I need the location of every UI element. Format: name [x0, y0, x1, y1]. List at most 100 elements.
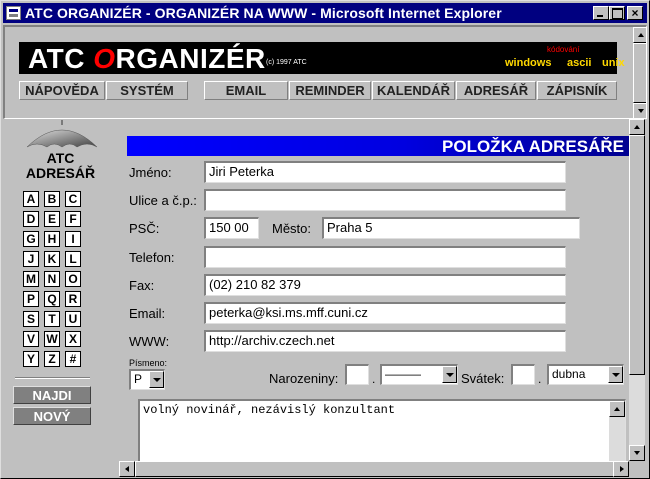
encoding-unix-link[interactable]: unix [602, 57, 625, 69]
letter-v-link[interactable]: V [23, 331, 39, 347]
name-label: Jméno: [129, 165, 172, 180]
main-scroll-thumb[interactable] [629, 135, 645, 375]
birthday-day-field[interactable] [345, 364, 369, 385]
www-label: WWW: [129, 334, 170, 349]
letter-g-link[interactable]: G [23, 231, 39, 247]
close-button[interactable]: × [627, 6, 643, 20]
city-field[interactable]: Praha 5 [322, 217, 580, 239]
fax-field[interactable]: (02) 210 82 379 [204, 274, 566, 296]
main-scroll-down-button[interactable] [629, 445, 645, 461]
scroll-up-button[interactable] [633, 27, 646, 43]
chevron-down-icon[interactable] [442, 366, 457, 383]
app-logo-title: ATC ORGANIZÉR [28, 43, 266, 74]
left-frame: ATC ADRESÁŘ A B C D E F G H I J K L M N … [3, 119, 118, 477]
letter-c-link[interactable]: C [65, 191, 81, 207]
main-scroll-left-button[interactable] [119, 461, 135, 477]
letter-i-link[interactable]: I [65, 231, 81, 247]
scroll-down-button[interactable] [633, 103, 646, 118]
nav-reminder[interactable]: REMINDER [289, 81, 371, 100]
scroll-thumb[interactable] [633, 43, 646, 103]
letter-x-link[interactable]: X [65, 331, 81, 347]
letter-select[interactable]: P [129, 369, 165, 390]
zip-field[interactable]: 150 00 [204, 217, 259, 239]
nav-napoveda[interactable]: NÁPOVĚDA [19, 81, 105, 100]
letter-h-link[interactable]: H [44, 231, 60, 247]
arrow-up-icon [638, 33, 644, 37]
letter-q-link[interactable]: Q [44, 291, 60, 307]
browser-window: ATC ORGANIZÉR - ORGANIZÉR NA WWW - Micro… [0, 0, 650, 479]
form-title: POLOŽKA ADRESÁŘE [442, 137, 624, 156]
note-scroll-up-button[interactable] [609, 401, 625, 417]
top-frame-scrollbar[interactable] [633, 27, 646, 118]
letter-p-link[interactable]: P [23, 291, 39, 307]
zip-label: PSČ: [129, 221, 160, 236]
form-header-bar: POLOŽKA ADRESÁŘE [127, 136, 630, 156]
birthday-label: Narozeniny: [269, 371, 339, 386]
arrow-down-icon [638, 109, 644, 113]
nav-kalendar[interactable]: KALENDÁŘ [372, 81, 455, 100]
letter-hash-link[interactable]: # [65, 351, 81, 367]
nameday-month-value: dubna [552, 367, 586, 381]
encoding-label: kódování [547, 45, 580, 54]
main-frame-hscrollbar[interactable] [119, 461, 629, 477]
letter-w-link[interactable]: W [44, 331, 60, 347]
letter-y-link[interactable]: Y [23, 351, 39, 367]
main-frame: POLOŽKA ADRESÁŘE Jméno: Jiri Peterka Uli… [119, 119, 647, 477]
new-button[interactable]: NOVÝ [13, 407, 91, 425]
chevron-down-icon[interactable] [608, 366, 623, 383]
birthday-separator: . [372, 372, 376, 386]
chevron-down-icon[interactable] [149, 371, 164, 388]
street-field[interactable] [204, 189, 566, 211]
copyright-text: (c) 1997 ATC [266, 59, 307, 66]
letter-z-link[interactable]: Z [44, 351, 60, 367]
letter-m-link[interactable]: M [23, 271, 39, 287]
maximize-button[interactable] [609, 6, 625, 20]
letter-l-link[interactable]: L [65, 251, 81, 267]
email-label: Email: [129, 306, 166, 321]
nav-system[interactable]: SYSTÉM [106, 81, 188, 100]
letter-e-link[interactable]: E [44, 211, 60, 227]
letter-u-link[interactable]: U [65, 311, 81, 327]
close-icon: × [631, 6, 639, 20]
main-hscroll-thumb[interactable] [135, 461, 615, 477]
letter-d-link[interactable]: D [23, 211, 39, 227]
arrow-left-icon [125, 466, 129, 472]
nav-email[interactable]: EMAIL [204, 81, 288, 100]
letter-select-label: Písmeno: [129, 358, 168, 368]
phone-field[interactable] [204, 246, 566, 268]
encoding-windows-link[interactable]: windows [505, 57, 551, 69]
www-field[interactable]: http://archiv.czech.net [204, 330, 566, 352]
main-frame-scrollbar[interactable] [629, 119, 645, 461]
letter-k-link[interactable]: K [44, 251, 60, 267]
letter-r-link[interactable]: R [65, 291, 81, 307]
letter-b-link[interactable]: B [44, 191, 60, 207]
letter-s-link[interactable]: S [23, 311, 39, 327]
letter-o-link[interactable]: O [65, 271, 81, 287]
main-scroll-up-button[interactable] [629, 119, 645, 135]
letter-f-link[interactable]: F [65, 211, 81, 227]
logo-line-atc: ATC [46, 150, 75, 166]
birthday-month-select[interactable]: ——— [380, 364, 458, 385]
city-label: Město: [272, 221, 312, 236]
top-frame: ATC ORGANIZÉR (c) 1997 ATC kódování wind… [3, 25, 647, 119]
arrow-up-icon [614, 407, 620, 411]
find-button[interactable]: NAJDI [13, 386, 91, 404]
main-nav: NÁPOVĚDA SYSTÉM EMAIL REMINDER KALENDÁŘ … [19, 81, 617, 101]
nameday-month-select[interactable]: dubna [547, 364, 624, 385]
nameday-day-field[interactable] [511, 364, 535, 385]
minimize-button[interactable] [593, 6, 609, 20]
nav-adresar[interactable]: ADRESÁŘ [456, 81, 536, 100]
logo-line-adresar: ADRESÁŘ [25, 165, 96, 181]
letter-n-link[interactable]: N [44, 271, 60, 287]
nav-zapisnik[interactable]: ZÁPISNÍK [537, 81, 617, 100]
title-bar: ATC ORGANIZÉR - ORGANIZÉR NA WWW - Micro… [3, 3, 647, 23]
fax-label: Fax: [129, 278, 155, 293]
email-field[interactable]: peterka@ksi.ms.mff.cuni.cz [204, 302, 566, 324]
app-banner: ATC ORGANIZÉR (c) 1997 ATC kódování wind… [19, 42, 625, 74]
letter-t-link[interactable]: T [44, 311, 60, 327]
letter-j-link[interactable]: J [23, 251, 39, 267]
main-scroll-right-button[interactable] [613, 461, 629, 477]
name-field[interactable]: Jiri Peterka [204, 161, 566, 183]
letter-a-link[interactable]: A [23, 191, 39, 207]
encoding-ascii-link[interactable]: ascii [567, 57, 591, 69]
